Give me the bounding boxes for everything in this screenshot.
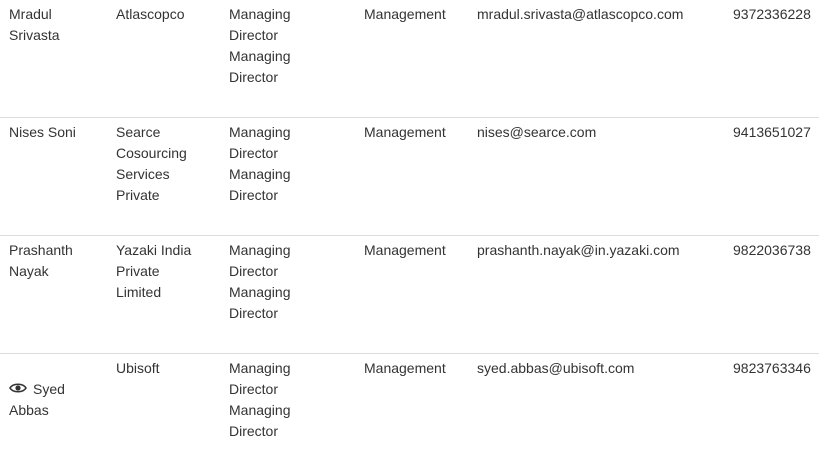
company-line: Atlascopco [116, 6, 185, 22]
title-line: Managing [229, 6, 291, 22]
company-name: Searce Cosourcing Services Private [116, 122, 216, 206]
company-line: Yazaki India [116, 242, 192, 258]
contacts-table: Mradul Srivasta Atlascopco Managing Dire… [0, 0, 819, 471]
name-line: Syed [33, 381, 65, 397]
contact-name: Prashanth Nayak [9, 240, 101, 282]
email-address: mradul.srivasta@atlascopco.com [477, 6, 684, 22]
name-line: Nises Soni [9, 124, 76, 140]
title-line: Director [229, 145, 279, 161]
title-line: Managing [229, 360, 291, 376]
company-line: Private [116, 263, 160, 279]
job-title: Managing Director Managing Director [229, 122, 349, 206]
phone-number: 9823763346 [733, 360, 811, 376]
name-line: Nayak [9, 263, 49, 279]
name-line: Prashanth [9, 242, 73, 258]
job-title: Managing Director Managing Director [229, 240, 349, 324]
contact-name: Nises Soni [9, 122, 101, 143]
title-line: Managing [229, 242, 291, 258]
company-name: Yazaki India Private Limited [116, 240, 216, 303]
name-line: Srivasta [9, 27, 60, 43]
name-line: Mradul [9, 6, 52, 22]
department: Management [364, 242, 446, 258]
phone-number: 9822036738 [733, 242, 811, 258]
phone-number: 9372336228 [733, 6, 811, 22]
email-address: syed.abbas@ubisoft.com [477, 360, 635, 376]
phone-number: 9413651027 [733, 124, 811, 140]
table-row: Prashanth Nayak Yazaki India Private Lim… [0, 236, 819, 354]
table-row: Nises Soni Searce Cosourcing Services Pr… [0, 118, 819, 236]
company-name: Ubisoft [116, 358, 216, 379]
title-line: Managing [229, 402, 291, 418]
title-line: Director [229, 305, 279, 321]
contact-name: Mradul Srivasta [9, 4, 101, 46]
title-line: Managing [229, 48, 291, 64]
company-line: Searce [116, 124, 161, 140]
company-line: Services [116, 166, 170, 182]
name-line: Abbas [9, 402, 49, 418]
table-row: Syed Abbas Ubisoft Managing Director Man… [0, 354, 819, 471]
company-line: Ubisoft [116, 360, 160, 376]
job-title: Managing Director Managing Director [229, 4, 349, 88]
table-row: Mradul Srivasta Atlascopco Managing Dire… [0, 0, 819, 118]
department: Management [364, 6, 446, 22]
job-title: Managing Director Managing Director [229, 358, 349, 442]
company-line: Limited [116, 284, 162, 300]
company-line: Cosourcing [116, 145, 187, 161]
title-line: Managing [229, 284, 291, 300]
title-line: Director [229, 263, 279, 279]
eye-icon[interactable] [9, 381, 27, 395]
title-line: Director [229, 381, 279, 397]
title-line: Managing [229, 124, 291, 140]
title-line: Director [229, 27, 279, 43]
company-line: Private [116, 187, 160, 203]
contact-name: Syed Abbas [9, 379, 101, 421]
title-line: Managing [229, 166, 291, 182]
title-line: Director [229, 187, 279, 203]
company-name: Atlascopco [116, 4, 216, 25]
title-line: Director [229, 69, 279, 85]
email-address: prashanth.nayak@in.yazaki.com [477, 242, 680, 258]
email-address: nises@searce.com [477, 124, 597, 140]
department: Management [364, 360, 446, 376]
department: Management [364, 124, 446, 140]
title-line: Director [229, 423, 279, 439]
